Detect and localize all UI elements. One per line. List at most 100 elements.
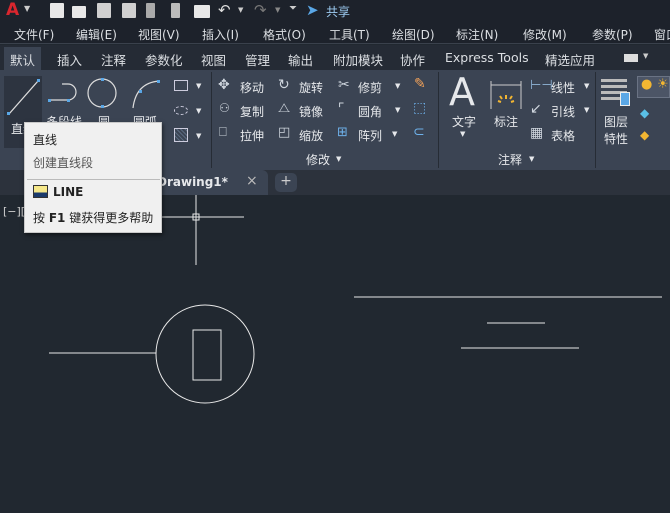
tab-view[interactable]: 视图 (201, 50, 226, 69)
scale-icon: ◰ (278, 125, 291, 140)
menu-insert[interactable]: 插入(I) (202, 26, 239, 43)
open-icon[interactable] (72, 6, 86, 18)
tab-featured-apps[interactable]: 精选应用 (545, 50, 595, 69)
layer-properties-button-line2[interactable]: 特性 (604, 130, 628, 147)
app-menu-dropdown-icon[interactable]: ▼ (24, 4, 30, 13)
polyline-icon[interactable] (46, 78, 82, 108)
tooltip-help-key: F1 (48, 211, 66, 225)
modify-panel-expand-icon[interactable]: ▼ (336, 155, 341, 163)
dimension-button[interactable]: 标注 (494, 113, 518, 130)
linear-button[interactable]: 线性 (551, 79, 575, 96)
customize-toolbar-icon[interactable]: ⏷ (289, 3, 297, 14)
linear-dropdown-icon[interactable]: ▼ (584, 82, 589, 90)
menu-file[interactable]: 文件(F) (14, 26, 54, 43)
open-from-web-icon[interactable] (146, 3, 155, 18)
drawing-canvas[interactable]: [−][ (0, 195, 670, 513)
erase-icon[interactable]: ✎ (414, 76, 426, 92)
save-to-web-icon[interactable] (171, 3, 180, 18)
line-tooltip: 直线 创建直线段 LINE 按 F1 键获得更多帮助 (24, 122, 162, 233)
explode-icon[interactable]: ⬚ (413, 100, 426, 116)
ellipse-dropdown-icon[interactable]: ▼ (196, 107, 201, 115)
menu-bar: 文件(F) 编辑(E) 视图(V) 插入(I) 格式(O) 工具(T) 绘图(D… (0, 22, 670, 44)
trim-dropdown-icon[interactable]: ▼ (395, 82, 400, 90)
hatch-icon[interactable] (174, 128, 188, 142)
menu-modify[interactable]: 修改(M) (523, 26, 567, 43)
mirror-button[interactable]: 镜像 (299, 103, 323, 120)
move-button[interactable]: 移动 (240, 79, 264, 96)
array-dropdown-icon[interactable]: ▼ (392, 130, 397, 138)
table-button[interactable]: 表格 (551, 127, 575, 144)
offset-icon[interactable]: ⊂ (413, 124, 425, 140)
layer-dropdown[interactable]: ● ☀ (637, 76, 670, 98)
rectangle-icon[interactable] (174, 80, 188, 91)
trim-button[interactable]: 修剪 (358, 79, 382, 96)
undo-dropdown-icon[interactable]: ▼ (238, 6, 243, 14)
line-icon (7, 79, 40, 115)
rotate-button[interactable]: 旋转 (299, 79, 323, 96)
new-icon[interactable] (50, 3, 64, 18)
annotation-panel-expand-icon[interactable]: ▼ (529, 155, 534, 163)
redo-icon[interactable]: ↷ (254, 1, 267, 19)
tab-parametric[interactable]: 参数化 (145, 50, 183, 69)
menu-edit[interactable]: 编辑(E) (76, 26, 117, 43)
ribbon-options-dropdown-icon[interactable]: ▼ (643, 52, 648, 60)
leader-dropdown-icon[interactable]: ▼ (584, 106, 589, 114)
annotation-panel-title[interactable]: 注释 (498, 151, 522, 168)
menu-draw[interactable]: 绘图(D) (392, 26, 435, 43)
circle-icon[interactable] (86, 76, 120, 110)
save-as-icon[interactable] (122, 3, 136, 18)
copy-button[interactable]: 复制 (240, 103, 264, 120)
new-tab-button[interactable]: + (275, 173, 297, 192)
fillet-dropdown-icon[interactable]: ▼ (395, 106, 400, 114)
menu-dimension[interactable]: 标注(N) (456, 26, 498, 43)
layer-on-icon: ● (641, 77, 653, 92)
menu-window[interactable]: 窗口 (654, 26, 670, 43)
tab-default[interactable]: 默认 (4, 47, 42, 72)
rectangle-dropdown-icon[interactable]: ▼ (196, 82, 201, 90)
layer-match-icon[interactable]: ◆ (640, 128, 649, 142)
array-button[interactable]: 阵列 (358, 127, 382, 144)
text-icon[interactable]: A (449, 70, 475, 114)
ellipse-icon[interactable] (174, 106, 188, 115)
menu-view[interactable]: 视图(V) (138, 26, 180, 43)
ribbon-minimize-icon[interactable] (624, 54, 638, 62)
plot-icon[interactable] (194, 5, 210, 18)
layer-properties-button-line1[interactable]: 图层 (604, 113, 628, 130)
save-icon[interactable] (97, 3, 111, 18)
stretch-icon: ⎕ (219, 125, 227, 140)
leader-icon: ↙ (530, 101, 542, 117)
close-tab-icon[interactable]: × (246, 173, 258, 189)
text-dropdown-icon[interactable]: ▼ (460, 130, 465, 138)
menu-format[interactable]: 格式(O) (263, 26, 306, 43)
drawn-rectangle (192, 329, 222, 381)
menu-tools[interactable]: 工具(T) (329, 26, 370, 43)
copy-icon: ⚇ (219, 101, 230, 115)
tab-annotate[interactable]: 注释 (101, 50, 126, 69)
menu-parametric[interactable]: 参数(P) (592, 26, 633, 43)
hatch-dropdown-icon[interactable]: ▼ (196, 132, 201, 140)
tab-express-tools[interactable]: Express Tools (445, 50, 529, 65)
layer-iso-icon[interactable]: ◆ (640, 106, 649, 120)
dimension-icon[interactable] (490, 81, 522, 109)
drawn-circle (155, 304, 255, 404)
tab-manage[interactable]: 管理 (245, 50, 270, 69)
leader-button[interactable]: 引线 (551, 103, 575, 120)
fillet-button[interactable]: 圆角 (358, 103, 382, 120)
scale-button[interactable]: 缩放 (299, 127, 323, 144)
autocad-logo[interactable]: A (6, 0, 19, 20)
arc-icon[interactable] (128, 78, 162, 110)
ribbon-tabs: 默认 插入 注释 参数化 视图 管理 输出 附加模块 协作 Express To… (0, 45, 670, 72)
tab-output[interactable]: 输出 (288, 50, 313, 69)
text-button[interactable]: 文字 (452, 113, 476, 130)
share-icon[interactable]: ➤ (306, 1, 319, 19)
tab-collaborate[interactable]: 协作 (400, 50, 425, 69)
layer-properties-badge-icon (620, 92, 630, 106)
tab-insert[interactable]: 插入 (57, 50, 82, 69)
stretch-button[interactable]: 拉伸 (240, 127, 264, 144)
tab-addins[interactable]: 附加模块 (333, 50, 383, 69)
modify-panel-title[interactable]: 修改 (306, 151, 330, 168)
rotate-icon: ↻ (278, 77, 290, 93)
redo-dropdown-icon[interactable]: ▼ (275, 6, 280, 14)
share-button[interactable]: 共享 (326, 3, 350, 20)
undo-icon[interactable]: ↶ (218, 1, 231, 19)
